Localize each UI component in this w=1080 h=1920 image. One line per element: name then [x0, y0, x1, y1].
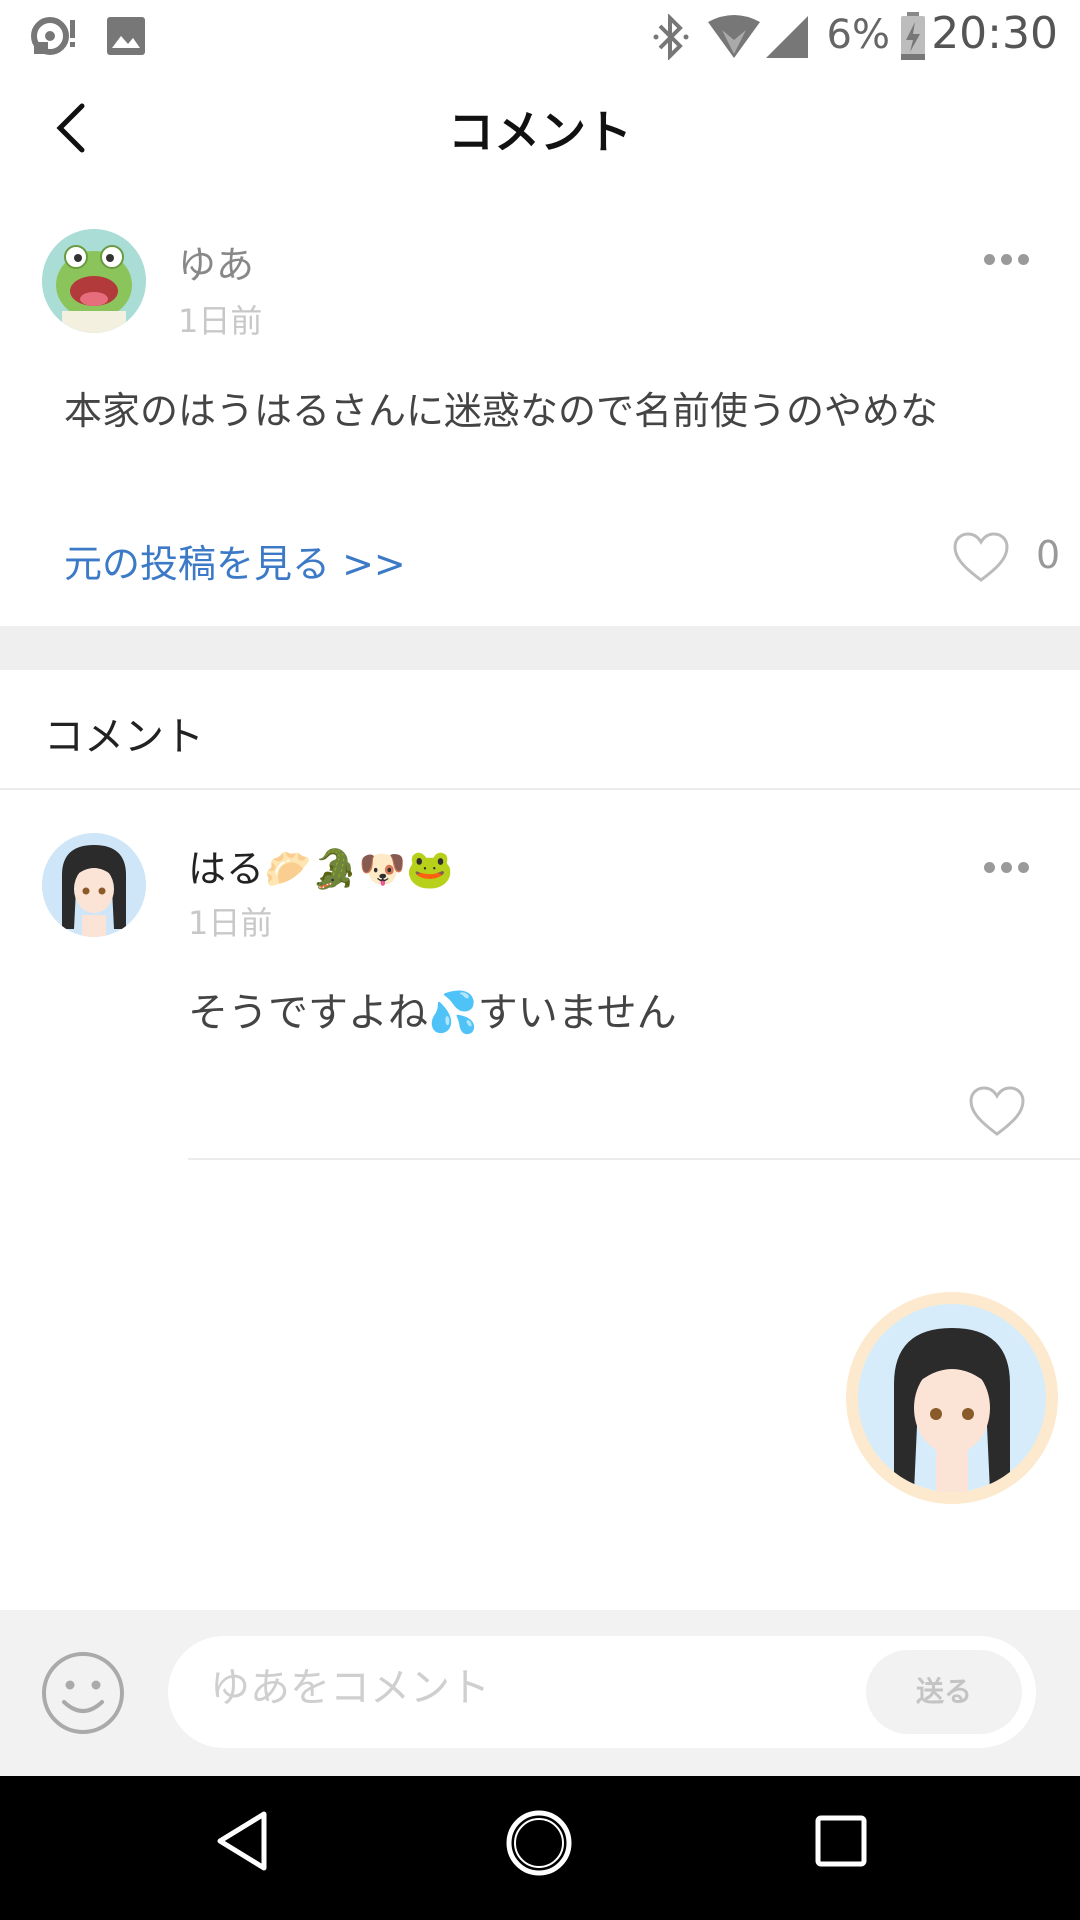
dot-icon	[984, 862, 995, 873]
comment-like-heart-icon[interactable]	[968, 1086, 1026, 1138]
send-button[interactable]: 送る	[866, 1650, 1022, 1734]
comment-input[interactable]	[208, 1664, 812, 1712]
post-more-button[interactable]	[984, 250, 1040, 270]
dot-icon	[1018, 254, 1029, 265]
podcast-icon	[31, 17, 75, 55]
status-time: 20:30	[931, 8, 1058, 59]
like-heart-icon[interactable]	[952, 532, 1010, 584]
girl-avatar-icon	[894, 1328, 1010, 1492]
battery-charging-icon	[901, 12, 925, 60]
dot-icon	[1018, 862, 1029, 873]
dot-icon	[984, 254, 995, 265]
emoji-smiley-icon[interactable]	[40, 1650, 126, 1736]
nav-recents-icon[interactable]	[814, 1814, 868, 1868]
comment-text: そうですよね💦すいません	[188, 990, 677, 1036]
comment-more-button[interactable]	[984, 858, 1040, 878]
signal-icon	[766, 16, 808, 58]
status-bar: 6% 20:30	[0, 0, 1080, 74]
like-count: 0	[1036, 533, 1061, 577]
comment-timestamp: 1日前	[188, 904, 273, 942]
post-username[interactable]: ゆあ	[178, 234, 254, 289]
nav-home-icon[interactable]	[504, 1808, 574, 1878]
divider	[0, 788, 1080, 790]
dot-icon	[1001, 862, 1012, 873]
nav-back-icon[interactable]	[214, 1810, 270, 1872]
comments-section-label: コメント	[44, 714, 204, 760]
comment-avatar[interactable]	[42, 833, 146, 937]
comment-input-container: 送る	[168, 1636, 1036, 1748]
app-screen: 6% 20:30 コメント ゆあ 1日前 本家のはうはるさんに迷惑なので名前使う	[0, 0, 1080, 1920]
floating-avatar-image	[858, 1304, 1046, 1492]
page-title: コメント	[448, 105, 632, 159]
frog-avatar-icon	[42, 229, 146, 333]
image-icon	[107, 17, 145, 55]
wifi-icon	[708, 15, 760, 58]
post-timestamp: 1日前	[178, 302, 263, 340]
comment-username[interactable]: はる🥟🐊🐶🐸	[188, 838, 453, 893]
view-original-link[interactable]: 元の投稿を見る >>	[64, 533, 406, 588]
bluetooth-icon	[653, 14, 689, 60]
section-separator	[0, 626, 1080, 670]
floating-assistant-avatar[interactable]	[846, 1292, 1058, 1504]
post-text: 本家のはうはるさんに迷惑なので名前使うのやめな	[64, 389, 939, 433]
girl-avatar-icon	[42, 833, 146, 937]
system-nav-bar	[0, 1776, 1080, 1920]
battery-percent: 6%	[826, 12, 890, 58]
avatar[interactable]	[42, 229, 146, 333]
dot-icon	[1001, 254, 1012, 265]
comment-divider	[188, 1158, 1080, 1160]
